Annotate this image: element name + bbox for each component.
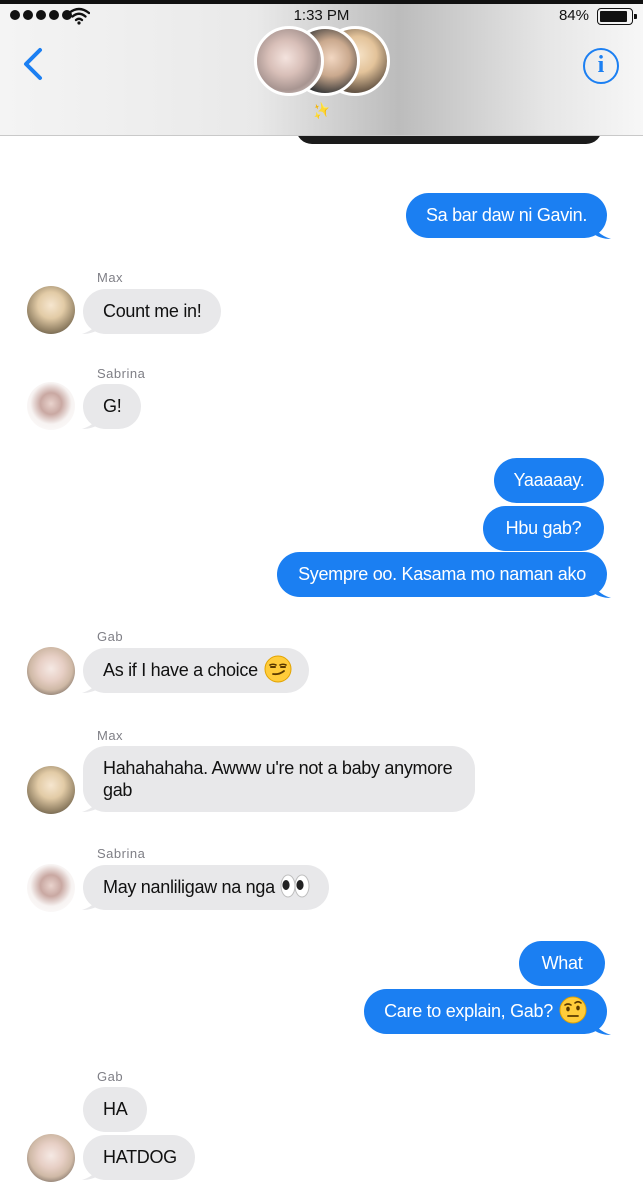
avatar-max[interactable] [27, 286, 75, 334]
group-member-avatar [254, 26, 324, 96]
sender-name: Sabrina [97, 846, 146, 861]
smirk-emoji-icon [264, 655, 292, 683]
sender-name: Max [97, 270, 124, 285]
avatar-gab[interactable] [27, 1134, 75, 1182]
bubble-tail [82, 793, 102, 812]
status-bar: 1:33 PM 84% [0, 6, 643, 28]
avatar-sabrina[interactable] [27, 864, 75, 912]
outgoing-message-bubble[interactable]: Syempre oo. Kasama mo naman ako [277, 552, 607, 597]
raised-eyebrow-emoji-icon [559, 996, 587, 1024]
outgoing-message-bubble[interactable]: Care to explain, Gab? [364, 989, 607, 1034]
bubble-tail [82, 891, 102, 910]
message-text: Care to explain, Gab? [384, 1001, 553, 1021]
outgoing-message-bubble[interactable]: Hbu gab? [483, 506, 604, 551]
incoming-message-bubble[interactable]: As if I have a choice [83, 648, 309, 693]
message-text: As if I have a choice [103, 660, 258, 680]
outgoing-message-bubble[interactable]: Sa bar daw ni Gavin. [406, 193, 607, 238]
outgoing-message-bubble[interactable]: What [519, 941, 605, 986]
sender-name: Gab [97, 629, 124, 644]
avatar-gab[interactable] [27, 647, 75, 695]
chat-header: 1:33 PM 84% ✨ i [0, 0, 643, 136]
info-button[interactable]: i [583, 48, 619, 84]
bubble-tail [82, 410, 102, 429]
battery-icon [597, 8, 637, 25]
incoming-message-bubble[interactable]: May nanliligaw na nga [83, 865, 329, 910]
incoming-message-bubble[interactable]: Hahahahaha. Awww u're not a baby anymore… [83, 746, 475, 812]
incoming-message-bubble[interactable]: Count me in! [83, 289, 221, 334]
eyes-emoji-icon [280, 874, 310, 898]
sender-name: Gab [97, 1069, 124, 1084]
battery-percent: 84% [558, 7, 589, 24]
bubble-tail [591, 1016, 611, 1035]
top-edge [0, 0, 643, 4]
bubble-tail [82, 315, 102, 334]
message-text: May nanliligaw na nga [103, 877, 275, 897]
group-avatar-stack[interactable] [254, 26, 394, 98]
bubble-tail [82, 1161, 102, 1180]
avatar-max[interactable] [27, 766, 75, 814]
status-time: 1:33 PM [293, 7, 350, 24]
bubble-tail [591, 579, 611, 598]
bubble-tail [82, 674, 102, 693]
bubble-tail [591, 220, 611, 239]
sender-name: Sabrina [97, 366, 146, 381]
sparkle-icon: ✨ [309, 100, 334, 123]
outgoing-message-bubble[interactable]: Yaaaaay. [494, 458, 604, 503]
incoming-message-bubble[interactable]: HA [83, 1087, 147, 1132]
avatar-sabrina[interactable] [27, 382, 75, 430]
sender-name: Max [97, 728, 124, 743]
back-chevron-icon[interactable] [18, 44, 48, 84]
